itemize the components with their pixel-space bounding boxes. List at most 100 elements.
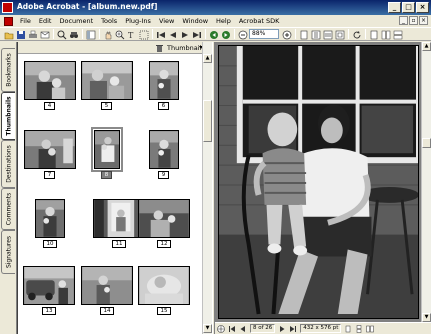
- previous-page-icon[interactable]: [239, 325, 247, 333]
- show-hide-navigation-icon[interactable]: [85, 29, 96, 40]
- close-button[interactable]: ×: [416, 2, 429, 13]
- toolbar-separator: [205, 29, 206, 39]
- page-number-label: 13: [42, 307, 56, 315]
- doc-close-button[interactable]: ×: [419, 16, 428, 25]
- tab-destinations[interactable]: Destinations: [1, 140, 15, 188]
- zoom-level-value: 88%: [252, 30, 266, 37]
- print-icon[interactable]: [27, 29, 37, 39]
- menu-edit[interactable]: Edit: [35, 15, 56, 27]
- continuous-icon[interactable]: [380, 29, 391, 40]
- document-icon[interactable]: [4, 16, 13, 26]
- text-select-icon[interactable]: T: [126, 29, 136, 40]
- fit-page-icon[interactable]: [310, 29, 321, 40]
- thumbnails-scrollbar[interactable]: ▲ ▼: [202, 42, 212, 334]
- first-page-icon[interactable]: [155, 29, 165, 39]
- page-photo: [218, 45, 419, 319]
- page-number-label: 15: [157, 307, 171, 315]
- scroll-down-icon[interactable]: ▼: [422, 313, 431, 322]
- toolbar-separator: [365, 29, 366, 39]
- tab-bookmarks[interactable]: Bookmarks: [1, 48, 15, 92]
- tab-comments-label: Comments: [5, 192, 12, 226]
- svg-text:T: T: [128, 31, 134, 40]
- menu-plug-ins[interactable]: Plug-Ins: [121, 15, 155, 27]
- page-number-label: 12: [157, 240, 171, 248]
- zoom-in-icon[interactable]: [281, 29, 292, 40]
- zoom-level-field[interactable]: 88%: [249, 29, 279, 39]
- toolbar-separator: [295, 29, 296, 39]
- status-bar: 8 of 26 432 x 576 pt: [215, 322, 431, 334]
- save-icon[interactable]: [15, 29, 25, 39]
- menu-document[interactable]: Document: [55, 15, 97, 27]
- go-forward-icon[interactable]: [220, 29, 230, 39]
- doc-restore-button[interactable]: ▫: [409, 16, 418, 25]
- zoom-out-icon[interactable]: [237, 29, 248, 40]
- single-page-icon[interactable]: [368, 29, 378, 40]
- thumbnail-image: [81, 266, 133, 305]
- tab-signatures-label: Signatures: [5, 235, 12, 269]
- doc-minimize-button[interactable]: _: [399, 16, 408, 25]
- facing-pages-icon[interactable]: [392, 29, 403, 40]
- thumbnails-menu-label[interactable]: Thumbnail: [167, 44, 201, 52]
- thumbnails-panel: Thumbnail 4 5 6 7 8 9 10 11 12 13 14 15 …: [17, 42, 212, 334]
- acrobat-app-icon[interactable]: [2, 2, 13, 13]
- tab-bookmarks-label: Bookmarks: [5, 53, 12, 87]
- document-scrollbar[interactable]: ▲ ▼: [421, 42, 431, 322]
- thumbnail-image: [24, 130, 76, 169]
- page-number-label: 14: [100, 307, 114, 315]
- thumbnails-header: Thumbnail: [18, 42, 203, 54]
- thumbnail-image: [91, 127, 123, 172]
- scroll-up-icon[interactable]: ▲: [203, 54, 212, 63]
- last-page-icon[interactable]: [289, 325, 297, 333]
- page-number-label: 5: [101, 102, 112, 110]
- tab-thumbnails[interactable]: Thumbnails: [1, 92, 15, 140]
- search-icon[interactable]: [56, 29, 67, 40]
- single-page-layout-icon[interactable]: [344, 325, 352, 333]
- page-indicator[interactable]: 8 of 26: [250, 324, 276, 333]
- menu-file[interactable]: File: [16, 15, 35, 27]
- menu-bar: File Edit Document Tools Plug-Ins View W…: [0, 15, 431, 27]
- tab-destinations-label: Destinations: [5, 145, 12, 183]
- scroll-down-icon[interactable]: ▼: [203, 324, 212, 333]
- toolbar-separator: [53, 29, 54, 39]
- menu-window[interactable]: Window: [178, 15, 212, 27]
- scroll-up-icon[interactable]: ▲: [422, 42, 431, 51]
- page-number-label: 6: [158, 102, 169, 110]
- actual-size-icon[interactable]: [298, 29, 308, 40]
- menu-view[interactable]: View: [155, 15, 178, 27]
- menu-acrobat-sdk[interactable]: Acrobat SDK: [235, 15, 284, 27]
- fit-visible-icon[interactable]: [334, 29, 345, 40]
- menu-help[interactable]: Help: [212, 15, 235, 27]
- previous-page-icon[interactable]: [167, 29, 177, 39]
- facing-layout-icon[interactable]: [366, 325, 375, 333]
- first-page-icon[interactable]: [228, 325, 236, 333]
- thumbnail-image: [35, 199, 65, 238]
- binoculars-icon[interactable]: [68, 29, 78, 39]
- email-icon[interactable]: [39, 29, 50, 39]
- tab-signatures[interactable]: Signatures: [1, 230, 15, 274]
- next-page-icon[interactable]: [278, 325, 286, 333]
- scrollbar-thumb[interactable]: [203, 100, 212, 142]
- graphics-select-icon[interactable]: [138, 29, 149, 40]
- toolbar-separator: [152, 29, 153, 39]
- scrollbar-thumb[interactable]: [422, 138, 431, 148]
- toolbar-separator: [348, 29, 349, 39]
- navigation-icon[interactable]: [217, 324, 225, 333]
- rotate-icon[interactable]: [351, 29, 361, 39]
- trash-icon[interactable]: [156, 44, 163, 52]
- hand-tool-icon[interactable]: [102, 29, 112, 40]
- page-size-readout: 432 x 576 pt: [300, 324, 342, 333]
- next-page-icon[interactable]: [179, 29, 189, 39]
- menu-tools[interactable]: Tools: [97, 15, 121, 27]
- minimize-button[interactable]: _: [388, 2, 401, 13]
- toolbar-separator: [82, 29, 83, 39]
- navigation-tabs: Bookmarks Thumbnails Destinations Commen…: [0, 42, 17, 334]
- toolbar-separator: [99, 29, 100, 39]
- continuous-layout-icon[interactable]: [355, 324, 363, 333]
- go-back-icon[interactable]: [208, 29, 218, 39]
- last-page-icon[interactable]: [191, 29, 201, 39]
- tab-comments[interactable]: Comments: [1, 188, 15, 230]
- open-icon[interactable]: [3, 29, 14, 40]
- maximize-button[interactable]: □: [402, 2, 415, 13]
- fit-width-icon[interactable]: [322, 29, 333, 40]
- zoom-tool-icon[interactable]: [114, 29, 125, 40]
